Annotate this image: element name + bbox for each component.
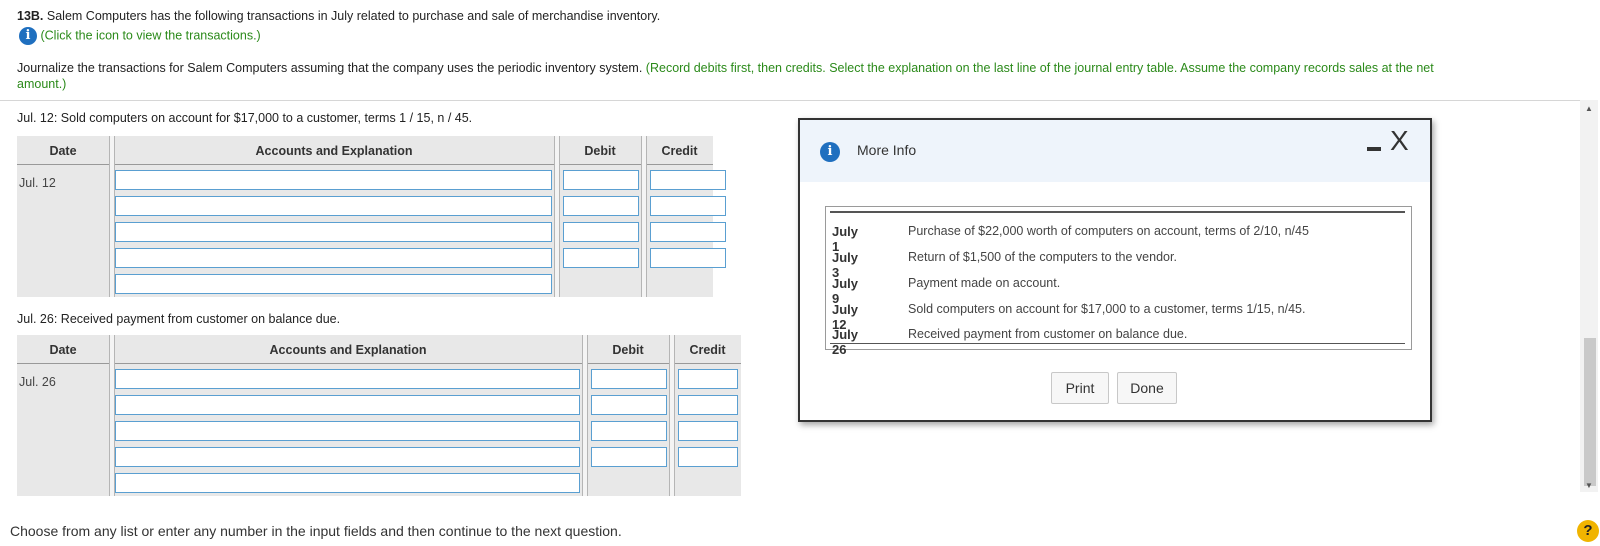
entry1-prompt-text: Sold computers on account for $17,000 to… [60,111,473,125]
col-separator [109,335,115,496]
close-icon[interactable]: X [1390,126,1409,156]
more-info-dialog: i More Info X July 1 Purchase of $22,000… [798,118,1432,422]
transactions-table: July 1 Purchase of $22,000 worth of comp… [825,206,1412,357]
debit-input[interactable] [563,196,639,216]
instruction-note-2: amount.) [17,77,67,91]
footer-instruction: Choose from any list or enter any number… [10,523,622,539]
entry2-prompt-text: Received payment from customer on balanc… [60,312,341,326]
credit-input[interactable] [650,248,726,268]
instructions: Journalize the transactions for Salem Co… [17,60,1577,92]
instruction-main: Journalize the transactions for Salem Co… [17,61,643,75]
click-icon-text[interactable]: (Click the icon to view the transactions… [40,28,260,42]
done-button[interactable]: Done [1117,372,1177,404]
col-date-header: Date [49,343,77,357]
account-input[interactable] [115,369,580,389]
transaction-date: July 26 [832,327,859,357]
journal-table-jul26: Date Accounts and Explanation Debit Cred… [17,335,741,496]
help-icon[interactable]: ? [1577,520,1599,542]
col-separator [582,335,588,496]
col-credit-header: Credit [689,343,726,357]
info-icon: i [820,142,840,162]
transaction-desc: Sold computers on account for $17,000 to… [908,302,1306,316]
explanation-input[interactable] [115,473,580,493]
print-button[interactable]: Print [1051,372,1109,404]
section-divider [0,100,1580,101]
credit-input[interactable] [678,421,738,441]
debit-input[interactable] [563,248,639,268]
transactions-link[interactable]: i (Click the icon to view the transactio… [19,27,261,45]
credit-input[interactable] [678,369,738,389]
col-separator [669,335,675,496]
entry2-prompt-date: Jul. 26: [17,312,58,326]
account-input[interactable] [115,222,552,242]
debit-input[interactable] [591,421,667,441]
account-input[interactable] [115,447,580,467]
account-input[interactable] [115,395,580,415]
debit-input[interactable] [563,222,639,242]
account-input[interactable] [115,248,552,268]
minimize-icon[interactable] [1367,147,1381,151]
entry1-prompt-date: Jul. 12: [17,111,58,125]
col-separator [554,136,560,297]
scroll-thumb[interactable] [1584,338,1596,486]
col-debit-header: Debit [612,343,644,357]
credit-input[interactable] [650,170,726,190]
col-accounts-header: Accounts and Explanation [269,343,427,357]
col-debit-header: Debit [584,144,616,158]
table-header: Date Accounts and Explanation Debit Cred… [17,335,741,364]
instruction-note: (Record debits first, then credits. Sele… [645,61,1434,75]
debit-input[interactable] [563,170,639,190]
dialog-title: More Info [857,142,917,158]
entry-date: Jul. 12 [19,176,56,190]
journal-table-jul12: Date Accounts and Explanation Debit Cred… [17,136,726,297]
account-input[interactable] [115,196,552,216]
explanation-input[interactable] [115,274,552,294]
credit-input[interactable] [678,447,738,467]
transaction-desc: Payment made on account. [908,276,1061,290]
col-separator [109,136,115,297]
entry-date: Jul. 26 [19,375,56,389]
debit-input[interactable] [591,369,667,389]
credit-input[interactable] [678,395,738,415]
table-rule [830,343,1405,344]
problem-statement: 13B. Salem Computers has the following t… [17,9,660,23]
transaction-desc: Received payment from customer on balanc… [908,327,1188,341]
entry1-prompt: Jul. 12: Sold computers on account for $… [17,111,472,125]
dialog-header: i More Info X [800,120,1430,182]
col-credit-header: Credit [661,144,698,158]
entry2-prompt: Jul. 26: Received payment from customer … [17,312,340,326]
table-header: Date Accounts and Explanation Debit Cred… [17,136,713,165]
col-accounts-header: Accounts and Explanation [255,144,413,158]
transaction-desc: Purchase of $22,000 worth of computers o… [908,224,1309,238]
transaction-desc: Return of $1,500 of the computers to the… [908,250,1177,264]
col-separator [641,136,647,297]
info-icon[interactable]: i [19,27,37,45]
debit-input[interactable] [591,447,667,467]
col-date-header: Date [49,144,77,158]
account-input[interactable] [115,170,552,190]
scroll-down-icon[interactable]: ▼ [1585,481,1593,490]
credit-input[interactable] [650,222,726,242]
debit-input[interactable] [591,395,667,415]
problem-text: Salem Computers has the following transa… [46,9,661,23]
account-input[interactable] [115,421,580,441]
table-rule [830,211,1405,213]
credit-input[interactable] [650,196,726,216]
problem-number: 13B. [17,9,44,23]
scroll-up-icon[interactable]: ▲ [1585,104,1593,113]
vertical-scrollbar[interactable]: ▲ ▼ [1580,100,1598,492]
